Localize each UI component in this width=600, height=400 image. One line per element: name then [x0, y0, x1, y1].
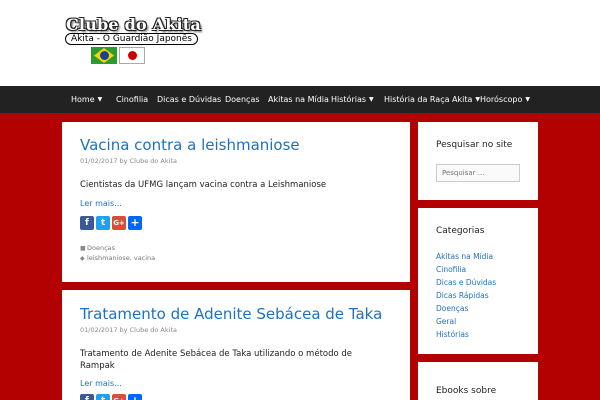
- nav-item-dicas-duvidas[interactable]: Dicas e Dúvidas: [157, 86, 221, 113]
- widget-title: Pesquisar no site: [436, 140, 513, 150]
- post-excerpt: Cientistas da UFMG lançam vacina contra …: [80, 180, 327, 190]
- facebook-icon[interactable]: f: [80, 216, 94, 230]
- post-author[interactable]: Clube do Akita: [130, 157, 177, 165]
- brazil-flag-globe: [100, 51, 109, 60]
- post-date[interactable]: 01/02/2017: [80, 326, 117, 334]
- search-widget: Pesquisar no site: [418, 122, 538, 200]
- nav-item-historia-raca[interactable]: História da Raça Akita ▼: [384, 86, 480, 113]
- nav-item-historias[interactable]: Histórias ▼: [331, 86, 374, 113]
- tag-icon: ◆: [80, 255, 85, 262]
- nav-item-cinofilia[interactable]: Cinofilia: [116, 86, 148, 113]
- read-more-link[interactable]: Ler mais...: [80, 379, 122, 388]
- share-buttons: f t G+ +: [80, 394, 142, 400]
- chevron-down-icon: ▼: [525, 96, 530, 103]
- post-category[interactable]: Doenças: [87, 244, 115, 252]
- post-card: Tratamento de Adenite Sebácea de Taka 01…: [62, 290, 410, 400]
- widget-title: Categorias: [436, 226, 485, 236]
- category-link[interactable]: Cinofilia: [436, 263, 496, 276]
- post-title[interactable]: Tratamento de Adenite Sebácea de Taka: [80, 305, 382, 323]
- nav-item-label: Doenças: [225, 95, 260, 104]
- post-card: Vacina contra a leishmaniose 01/02/2017 …: [62, 122, 410, 282]
- category-link[interactable]: Dicas e Dúvidas: [436, 276, 496, 289]
- folder-icon: ■: [80, 245, 86, 252]
- post-date[interactable]: 01/02/2017: [80, 157, 117, 165]
- brazil-flag-icon[interactable]: [91, 47, 117, 64]
- chevron-down-icon: ▼: [97, 96, 103, 103]
- share-buttons: f t G+ +: [80, 216, 142, 230]
- site-tagline: Akita - O Guardião Japonês: [65, 33, 198, 45]
- site-header: Clube do Akita Akita - O Guardião Japonê…: [0, 0, 600, 86]
- search-input[interactable]: [436, 164, 520, 182]
- chevron-down-icon: ▼: [369, 96, 374, 103]
- post-meta: 01/02/2017 by Clube do Akita: [80, 157, 177, 165]
- nav-item-label: Cinofilia: [116, 95, 149, 104]
- nav-item-doencas[interactable]: Doenças: [225, 86, 260, 113]
- nav-item-akitas-midia[interactable]: Akitas na Mídia: [268, 86, 329, 113]
- nav-item-horoscopo[interactable]: Horóscopo ▼: [480, 86, 530, 113]
- post-by: by: [119, 326, 128, 334]
- ebooks-widget: Ebooks sobre: [418, 362, 538, 400]
- category-link[interactable]: Histórias: [436, 328, 496, 341]
- main-navigation: Home ▼ Cinofilia Dicas e Dúvidas Doenças …: [0, 86, 600, 113]
- post-category-line: ■Doenças: [80, 244, 115, 252]
- nav-item-label: Akitas na Mídia: [268, 95, 329, 104]
- read-more-link[interactable]: Ler mais...: [80, 199, 122, 208]
- japan-flag-sun: [128, 51, 137, 60]
- share-more-icon[interactable]: +: [128, 394, 142, 400]
- post-meta: 01/02/2017 by Clube do Akita: [80, 326, 177, 334]
- category-link[interactable]: Doenças: [436, 302, 496, 315]
- nav-item-label: Horóscopo: [480, 95, 523, 104]
- categories-widget: Categorias Akitas na Mídia Cinofilia Dic…: [418, 208, 538, 354]
- category-link[interactable]: Dicas Rápidas: [436, 289, 496, 302]
- category-link[interactable]: Geral: [436, 315, 496, 328]
- japan-flag-icon[interactable]: [119, 47, 145, 64]
- nav-item-home[interactable]: Home ▼: [71, 86, 102, 113]
- nav-item-label: Home: [71, 95, 95, 104]
- post-tags[interactable]: leishmaniose, vacina: [87, 254, 155, 262]
- widget-title: Ebooks sobre: [436, 386, 497, 396]
- category-list: Akitas na Mídia Cinofilia Dicas e Dúvida…: [436, 250, 496, 341]
- google-plus-icon[interactable]: G+: [112, 394, 126, 400]
- post-excerpt: Tratamento de Adenite Sebácea de Taka ut…: [80, 349, 353, 371]
- nav-item-label: Dicas e Dúvidas: [157, 95, 222, 104]
- facebook-icon[interactable]: f: [80, 394, 94, 400]
- post-author[interactable]: Clube do Akita: [130, 326, 177, 334]
- post-title[interactable]: Vacina contra a leishmaniose: [80, 136, 300, 154]
- site-title[interactable]: Clube do Akita: [66, 15, 201, 34]
- twitter-icon[interactable]: t: [96, 216, 110, 230]
- category-link[interactable]: Akitas na Mídia: [436, 250, 496, 263]
- nav-item-label: Histórias: [331, 95, 367, 104]
- twitter-icon[interactable]: t: [96, 394, 110, 400]
- share-more-icon[interactable]: +: [128, 216, 142, 230]
- post-tags-line: ◆ leishmaniose, vacina: [80, 254, 155, 262]
- google-plus-icon[interactable]: G+: [112, 216, 126, 230]
- post-by: by: [119, 157, 128, 165]
- nav-item-label: História da Raça Akita: [384, 95, 473, 104]
